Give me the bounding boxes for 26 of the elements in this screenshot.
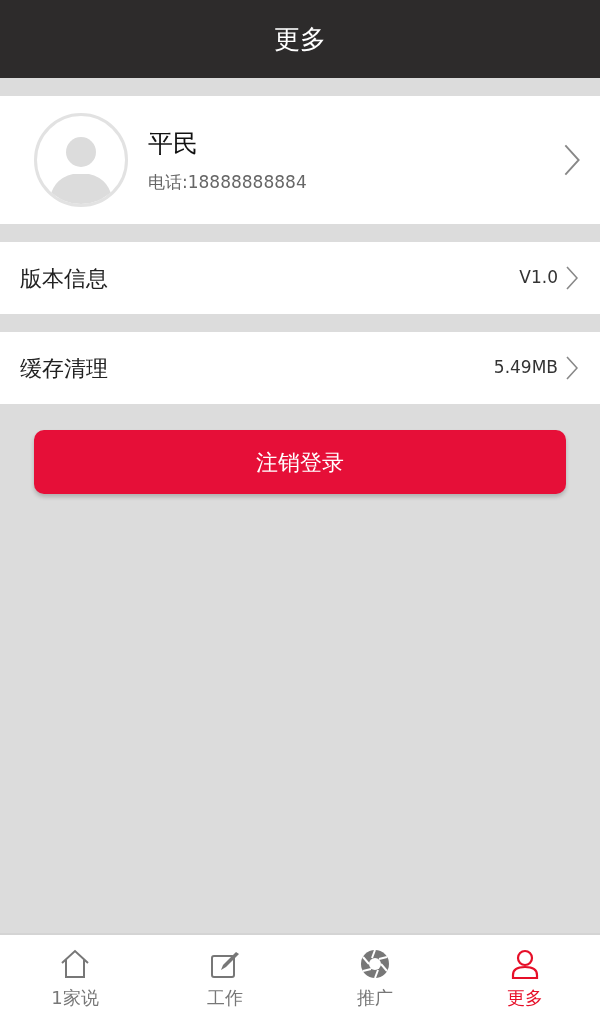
- tab-label: 工作: [207, 986, 243, 1010]
- tab-label: 推广: [357, 986, 393, 1010]
- chevron-icon: [564, 143, 580, 177]
- settings-label: 版本信息: [20, 264, 109, 293]
- profile-row[interactable]: 平民 电话:18888888884: [0, 96, 600, 224]
- tab-item[interactable]: 更多: [450, 935, 600, 1024]
- settings-row[interactable]: 缓存清理 5.49MB: [0, 332, 600, 404]
- aperture-icon: [359, 948, 391, 980]
- settings-label: 缓存清理: [20, 354, 109, 383]
- tab-item[interactable]: 工作: [150, 935, 300, 1024]
- settings-value: 5.49MB: [493, 356, 558, 380]
- chevron-icon: [566, 356, 578, 380]
- tab-item[interactable]: 1家说: [0, 935, 150, 1024]
- logout-button[interactable]: 注销登录: [34, 430, 566, 494]
- chevron-icon: [566, 266, 578, 290]
- phone-number: 电话:18888888884: [148, 171, 308, 194]
- tab-label: 1家说: [51, 986, 99, 1010]
- tab-item[interactable]: 推广: [300, 935, 450, 1024]
- user-icon: [509, 948, 541, 980]
- user-name: 平民: [148, 127, 199, 160]
- settings-value: V1.0: [519, 266, 558, 290]
- settings-row[interactable]: 版本信息 V1.0: [0, 242, 600, 314]
- avatar-icon: [34, 113, 128, 207]
- page-title: 更多: [274, 22, 326, 56]
- home-icon: [59, 948, 91, 980]
- tab-label: 更多: [507, 986, 543, 1010]
